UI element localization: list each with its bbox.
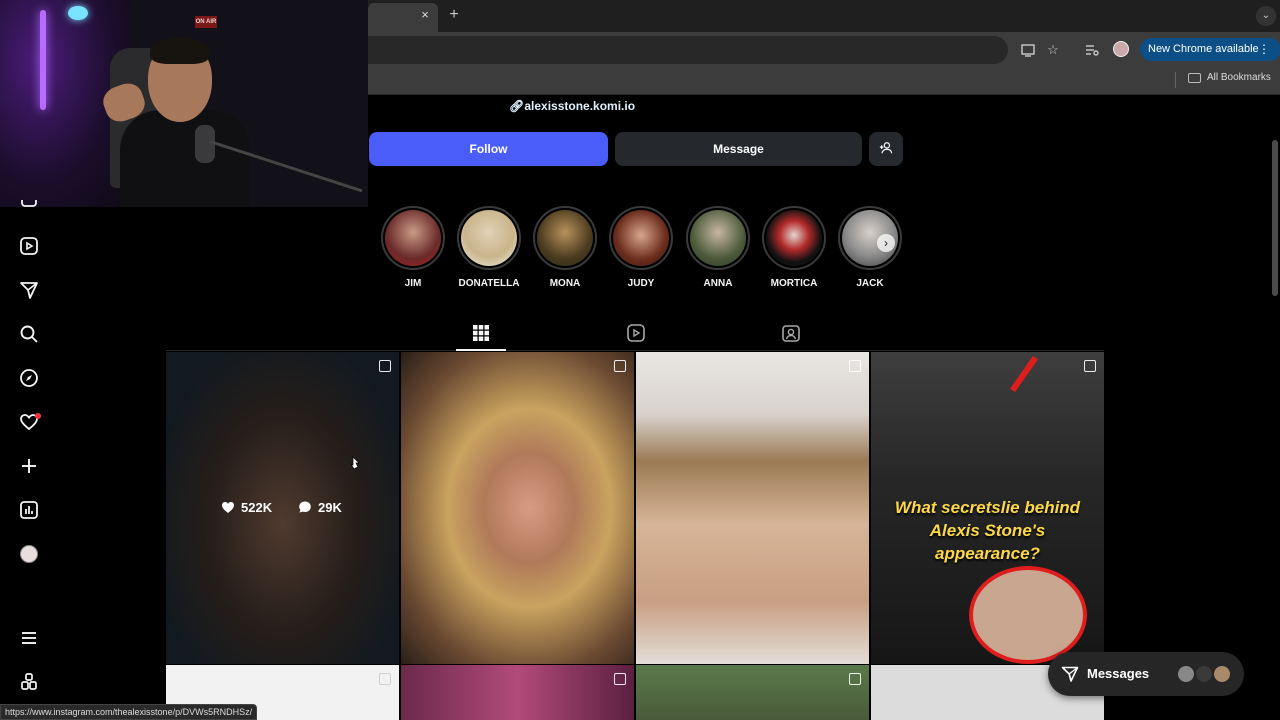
highlight-image [766, 210, 822, 266]
reel-icon [849, 673, 861, 685]
messages-icon [1061, 666, 1079, 682]
carousel-icon [379, 360, 391, 372]
install-app-icon[interactable] [1020, 42, 1036, 58]
tab-search-icon[interactable]: ⌄ [1256, 6, 1276, 26]
mouse-cursor-icon [350, 456, 360, 470]
page-scrollbar[interactable] [1272, 140, 1278, 296]
partial-nav-icon[interactable] [19, 200, 39, 210]
reel-icon [1084, 360, 1096, 372]
message-button[interactable]: Message [615, 132, 862, 166]
post-tile-donatella[interactable] [401, 352, 634, 664]
bookmarks-divider [1175, 72, 1176, 88]
follow-button[interactable]: Follow [369, 132, 608, 166]
media-controls-icon[interactable] [1084, 42, 1100, 58]
address-bar[interactable] [368, 36, 1008, 64]
post-tile-row2-2[interactable] [401, 665, 634, 720]
post-caption: What secretslie behind Alexis Stone's ap… [871, 496, 1104, 565]
tabs-divider [166, 350, 1104, 351]
carousel-icon [614, 360, 626, 372]
post-tile-mona[interactable]: What secretslie behind Alexis Stone's ap… [871, 352, 1104, 664]
post-hover-overlay [166, 352, 399, 664]
post-tile-haircut[interactable] [636, 352, 869, 664]
post-likes: 522K [221, 500, 272, 516]
suggested-users-button[interactable] [869, 132, 903, 166]
highlight-label: JACK [856, 278, 884, 289]
link-icon: 🔗︎ [509, 99, 525, 113]
notification-dot [35, 413, 41, 419]
status-bar-url: https://www.instagram.com/thealexisstone… [0, 704, 258, 720]
chrome-menu-icon[interactable]: ⋮ [1258, 41, 1270, 57]
post-tile-jim[interactable] [166, 352, 399, 664]
inset-portrait-circle [969, 566, 1087, 664]
direct-messages-icon[interactable] [19, 280, 39, 300]
messages-label[interactable]: Messages [1087, 666, 1149, 682]
message-avatar [1212, 664, 1232, 684]
webcam-overlay: ON AIR [0, 0, 368, 207]
highlight-image [461, 210, 517, 266]
chrome-tab-strip [368, 0, 1280, 32]
caption-line: What secretslie behind [894, 498, 1081, 517]
create-plus-icon[interactable] [19, 456, 39, 476]
add-user-icon [879, 142, 893, 154]
ufo-lamp [68, 6, 88, 20]
post-likes-count: 522K [241, 500, 273, 515]
red-arrow-graphic [1010, 355, 1038, 393]
carousel-icon [379, 673, 391, 685]
highlight-image [690, 210, 746, 266]
all-bookmarks-label[interactable]: All Bookmarks [1207, 71, 1271, 85]
neon-light [40, 10, 46, 110]
explore-icon[interactable] [19, 368, 39, 388]
search-icon[interactable] [19, 324, 39, 344]
profile-link[interactable]: 🔗︎ alexisstone.komi.io [509, 98, 635, 114]
highlight-image [613, 210, 669, 266]
active-tab-indicator [456, 349, 506, 351]
post-tile-row2-3[interactable] [636, 665, 869, 720]
screen: × + ⌄ ☆ New Chrome available ⋮ All Bookm… [0, 0, 1280, 720]
also-from-meta-icon[interactable] [19, 672, 39, 692]
reel-icon [849, 360, 861, 372]
on-air-sign: ON AIR [195, 16, 217, 28]
caption-line: Alexis Stone's [929, 521, 1046, 540]
dashboard-icon[interactable] [19, 500, 39, 520]
more-menu-icon[interactable] [19, 628, 39, 648]
tab-tagged-icon[interactable] [782, 324, 800, 342]
carousel-icon [614, 673, 626, 685]
caption-line: appearance? [935, 544, 1040, 563]
post-comments-count: 29K [318, 500, 342, 515]
highlight-image [537, 210, 593, 266]
profile-link-text[interactable]: alexisstone.komi.io [524, 99, 635, 113]
message-avatar [1194, 664, 1214, 684]
tab-posts-grid-icon[interactable] [472, 324, 490, 342]
highlight-image [385, 210, 441, 266]
tab-close-icon[interactable]: × [418, 8, 432, 22]
chrome-profile-avatar[interactable] [1113, 41, 1129, 57]
tab-reels-icon[interactable] [627, 324, 645, 342]
comment-filled-icon [299, 501, 311, 513]
post-comments: 29K [298, 500, 342, 516]
streamer-body [120, 110, 250, 207]
profile-avatar[interactable] [20, 545, 38, 563]
streamer-hair [150, 38, 210, 64]
message-avatar [1176, 664, 1196, 684]
folder-icon[interactable] [1188, 73, 1201, 83]
reels-icon[interactable] [19, 236, 39, 256]
bookmarks-bar [368, 68, 1280, 95]
new-tab-icon[interactable]: + [445, 6, 463, 24]
heart-filled-icon [222, 502, 234, 513]
bookmark-star-icon[interactable]: ☆ [1045, 42, 1061, 58]
highlights-next-arrow-icon[interactable]: › [877, 234, 895, 252]
